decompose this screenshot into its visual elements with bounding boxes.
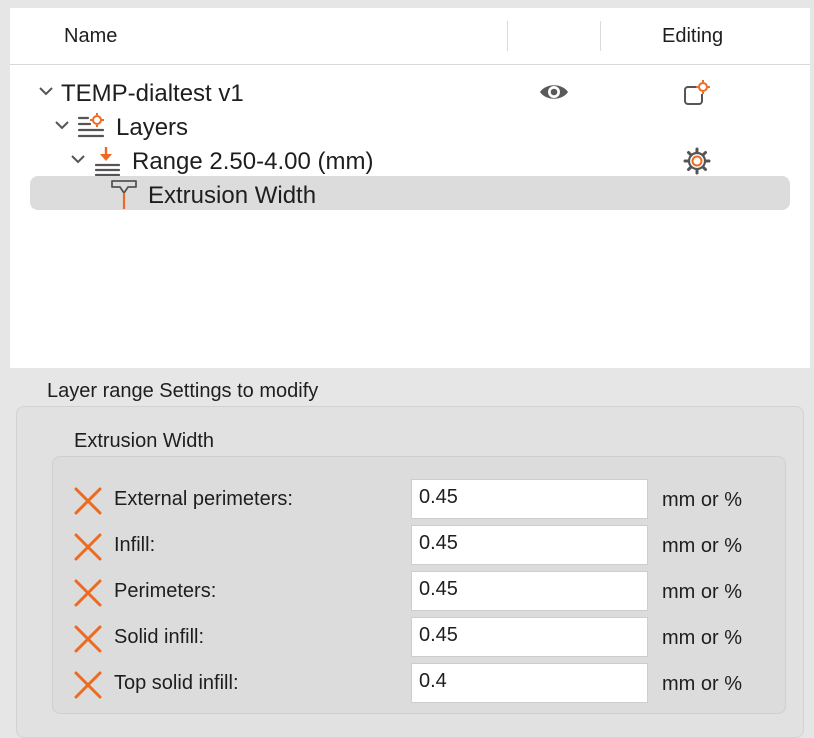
settings-panel-title: Layer range Settings to modify: [47, 380, 319, 402]
extrusion-width-icon: [111, 180, 137, 209]
tree-row-extrusion-width[interactable]: Extrusion Width: [10, 178, 810, 212]
remove-option-icon[interactable]: [72, 531, 104, 563]
option-label: Top solid infill:: [114, 672, 239, 694]
unit-label: mm or %: [662, 673, 742, 695]
chevron-down-icon[interactable]: [54, 117, 70, 133]
column-separator[interactable]: [507, 21, 508, 51]
option-row-perimeters: Perimeters: mm or %: [0, 571, 814, 613]
remove-option-icon[interactable]: [72, 577, 104, 609]
eye-icon[interactable]: [538, 78, 570, 106]
chevron-down-icon[interactable]: [70, 151, 86, 167]
remove-option-icon[interactable]: [72, 669, 104, 701]
tree-row-range[interactable]: Range 2.50-4.00 (mm): [10, 144, 810, 178]
column-header-editing[interactable]: Editing: [662, 25, 723, 48]
unit-label: mm or %: [662, 627, 742, 649]
layers-icon: [77, 113, 105, 138]
column-separator[interactable]: [600, 21, 601, 51]
option-row-external-perimeters: External perimeters: mm or %: [0, 479, 814, 521]
option-row-top-solid-infill: Top solid infill: mm or %: [0, 663, 814, 705]
solid-infill-input[interactable]: [411, 617, 648, 657]
tree-item-label: Extrusion Width: [148, 182, 317, 209]
object-list-header: Name Editing: [10, 8, 810, 65]
tree-item-label: TEMP-dialtest v1: [61, 80, 244, 107]
settings-group-title: Extrusion Width: [74, 430, 215, 452]
object-list-panel: Name Editing TEMP-dialtest v1 Layers Ran…: [10, 8, 810, 368]
object-settings-icon[interactable]: [682, 78, 712, 108]
column-header-name[interactable]: Name: [64, 25, 117, 48]
perimeters-input[interactable]: [411, 571, 648, 611]
option-row-solid-infill: Solid infill: mm or %: [0, 617, 814, 659]
gear-icon[interactable]: [683, 147, 711, 175]
unit-label: mm or %: [662, 581, 742, 603]
remove-option-icon[interactable]: [72, 485, 104, 517]
external-perimeters-input[interactable]: [411, 479, 648, 519]
tree-item-label: Layers: [116, 114, 189, 141]
chevron-down-icon[interactable]: [38, 83, 54, 99]
option-label: External perimeters:: [114, 488, 293, 510]
tree-row-object[interactable]: TEMP-dialtest v1: [10, 76, 810, 110]
unit-label: mm or %: [662, 535, 742, 557]
layer-range-icon: [94, 147, 121, 176]
option-label: Infill:: [114, 534, 156, 556]
tree-item-label: Range 2.50-4.00 (mm): [132, 148, 374, 175]
option-row-infill: Infill: mm or %: [0, 525, 814, 567]
option-label: Solid infill:: [114, 626, 205, 648]
unit-label: mm or %: [662, 489, 742, 511]
tree-row-layers[interactable]: Layers: [10, 110, 810, 144]
top-solid-infill-input[interactable]: [411, 663, 648, 703]
infill-input[interactable]: [411, 525, 648, 565]
remove-option-icon[interactable]: [72, 623, 104, 655]
option-label: Perimeters:: [114, 580, 217, 602]
